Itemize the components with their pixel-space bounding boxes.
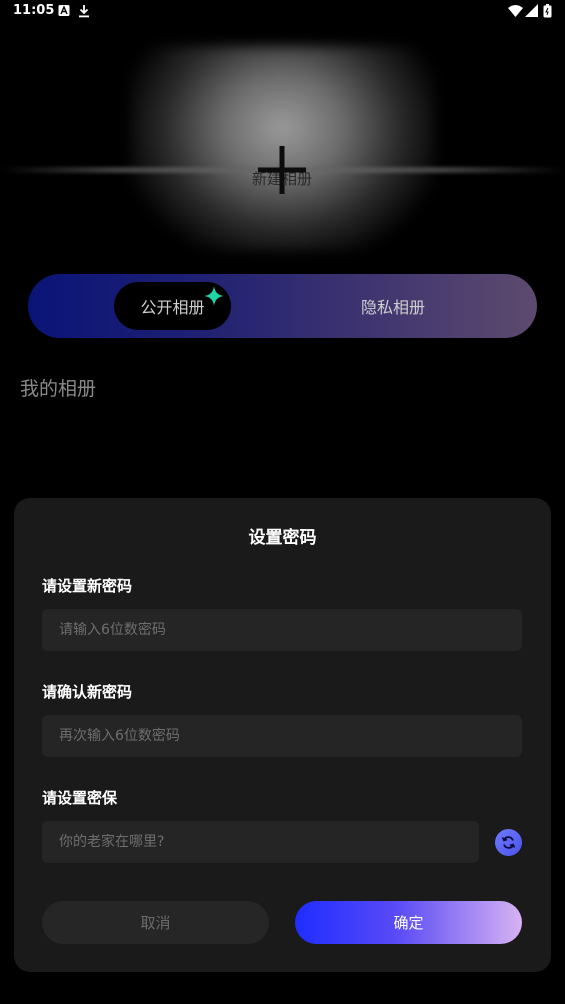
- sparkle-icon: [204, 286, 224, 306]
- text-a-icon: [58, 5, 70, 16]
- new-password-input[interactable]: [42, 609, 522, 651]
- tab-private-album-label: 隐私相册: [360, 298, 425, 317]
- confirm-button-label: 确定: [393, 914, 424, 932]
- wifi-icon: [508, 5, 523, 17]
- plus-icon: [258, 146, 306, 194]
- album-tab-bar: 公开相册 隐私相册: [28, 274, 537, 338]
- set-password-dialog: 设置密码 请设置新密码 请确认新密码 请设置密保 取消 确定: [14, 498, 551, 972]
- signal-icon: [525, 4, 538, 17]
- download-icon: [79, 5, 89, 18]
- dialog-title: 设置密码: [248, 528, 317, 548]
- security-question-label: 请设置密保: [42, 789, 118, 807]
- cancel-button[interactable]: 取消: [42, 901, 269, 944]
- my-albums-title: 我的相册: [20, 378, 97, 400]
- tab-public-album-label: 公开相册: [140, 298, 205, 317]
- new-album-button[interactable]: 新建相册: [240, 140, 324, 200]
- confirm-button[interactable]: 确定: [295, 901, 522, 944]
- refresh-icon: [501, 836, 516, 849]
- confirm-password-input[interactable]: [42, 715, 522, 757]
- status-time: 11:05: [13, 3, 55, 18]
- security-question-input[interactable]: [42, 821, 479, 863]
- status-bar: 11:05: [0, 0, 565, 24]
- confirm-password-label: 请确认新密码: [42, 683, 133, 701]
- tab-private-album[interactable]: 隐私相册: [328, 282, 458, 330]
- screen: 11:05 新建相册 公开相册: [0, 0, 565, 1004]
- battery-icon: [543, 4, 552, 18]
- new-password-label: 请设置新密码: [42, 577, 133, 595]
- refresh-question-button[interactable]: [495, 829, 522, 856]
- cancel-button-label: 取消: [140, 914, 171, 932]
